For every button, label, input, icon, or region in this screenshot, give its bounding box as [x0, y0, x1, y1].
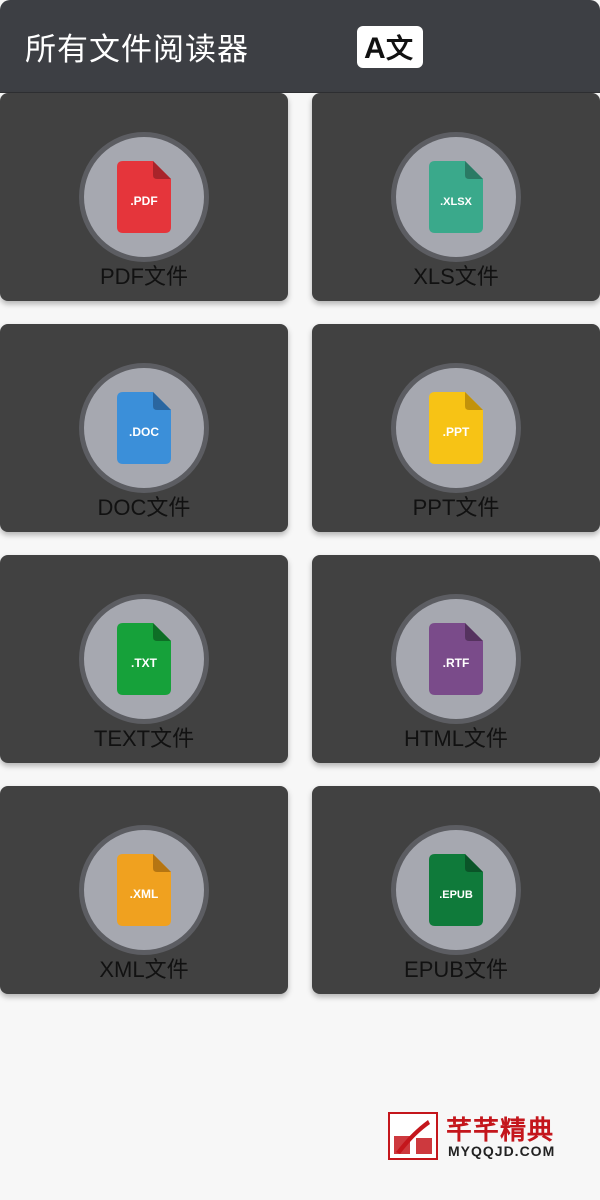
file-card-label: PPT文件: [412, 495, 500, 520]
file-badge: .XML: [84, 830, 204, 950]
file-card-label: DOC文件: [97, 495, 191, 520]
file-card-pdf[interactable]: .PDF PDF文件: [0, 93, 288, 301]
file-extension-text: .TXT: [131, 656, 158, 670]
watermark: 芊芊精典 MYQQJD.COM: [388, 1112, 578, 1162]
file-card-label: XLS文件: [413, 264, 499, 289]
file-badge: .DOC: [84, 368, 204, 488]
file-card-ppt[interactable]: .PPT PPT文件: [312, 324, 600, 532]
translate-button[interactable]: A 文: [357, 26, 423, 68]
file-card-text[interactable]: .TXT TEXT文件: [0, 555, 288, 763]
translate-icon: A 文: [364, 32, 414, 64]
file-extension-text: .XLSX: [440, 196, 472, 208]
watermark-title: 芊芊精典: [446, 1116, 555, 1146]
file-badge: .TXT: [84, 599, 204, 719]
file-badge: .PDF: [84, 137, 204, 257]
translate-glyph-b: 文: [386, 33, 414, 64]
file-extension-text: .XML: [130, 887, 159, 901]
file-card-html[interactable]: .RTF HTML文件: [312, 555, 600, 763]
app-title: 所有文件阅读器: [25, 31, 249, 68]
file-card-label: EPUB文件: [404, 957, 508, 982]
file-badge: .XLSX: [396, 137, 516, 257]
file-extension-text: .DOC: [129, 425, 159, 439]
watermark-logo: [388, 1112, 438, 1160]
html-file-icon: .RTF: [429, 623, 483, 695]
file-card-epub[interactable]: .EPUB EPUB文件: [312, 786, 600, 994]
file-card-label: XML文件: [99, 957, 189, 982]
file-extension-text: .EPUB: [439, 889, 473, 901]
epub-file-icon: .EPUB: [429, 854, 483, 926]
file-extension-text: .PDF: [130, 194, 157, 208]
xml-file-icon: .XML: [117, 854, 171, 926]
file-card-label: TEXT文件: [93, 726, 195, 751]
app-bar: 所有文件阅读器 A 文: [0, 0, 600, 93]
file-card-label: PDF文件: [99, 264, 188, 289]
file-badge: .EPUB: [396, 830, 516, 950]
file-card-label: HTML文件: [404, 726, 508, 751]
xls-file-icon: .XLSX: [429, 161, 483, 233]
app-screen: 所有文件阅读器 A 文 .PDF PDF文件 .XLSX XLS文件 .DOC DOC文件…: [0, 0, 600, 1200]
file-card-xml[interactable]: .XML XML文件: [0, 786, 288, 994]
ppt-file-icon: .PPT: [429, 392, 483, 464]
file-card-xls[interactable]: .XLSX XLS文件: [312, 93, 600, 301]
file-badge: .PPT: [396, 368, 516, 488]
doc-file-icon: .DOC: [117, 392, 171, 464]
file-card-doc[interactable]: .DOC DOC文件: [0, 324, 288, 532]
pdf-file-icon: .PDF: [117, 161, 171, 233]
text-file-icon: .TXT: [117, 623, 171, 695]
watermark-url: MYQQJD.COM: [448, 1143, 556, 1159]
watermark-logo-icon: [394, 1120, 432, 1154]
file-badge: .RTF: [396, 599, 516, 719]
file-extension-text: .PPT: [443, 425, 470, 439]
file-extension-text: .RTF: [443, 656, 470, 670]
translate-glyph-a: A: [364, 32, 386, 64]
